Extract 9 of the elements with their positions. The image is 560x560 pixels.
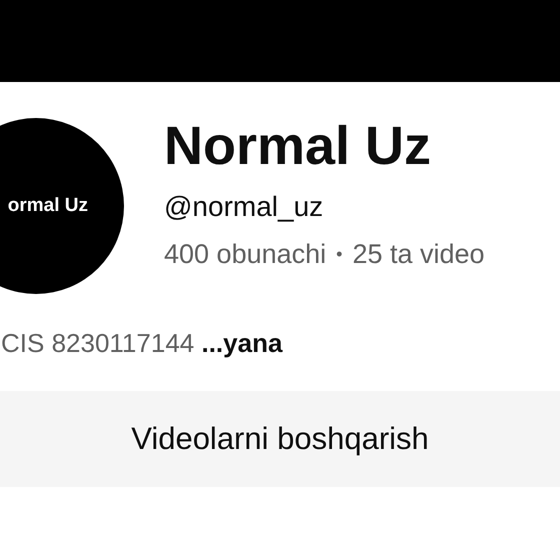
channel-description: CIS 8230117144 [1, 328, 194, 358]
subscriber-count: 400 obunachi [164, 238, 326, 270]
video-count: 25 ta video [352, 238, 485, 270]
channel-name: Normal Uz [164, 114, 432, 176]
channel-handle: @normal_uz [164, 190, 324, 222]
more-link[interactable]: ...yana [201, 328, 282, 358]
manage-videos-button[interactable]: Videolarni boshqarish [0, 391, 560, 487]
channel-avatar[interactable]: ormal Uz [0, 118, 124, 294]
separator-dot: • [336, 244, 342, 264]
